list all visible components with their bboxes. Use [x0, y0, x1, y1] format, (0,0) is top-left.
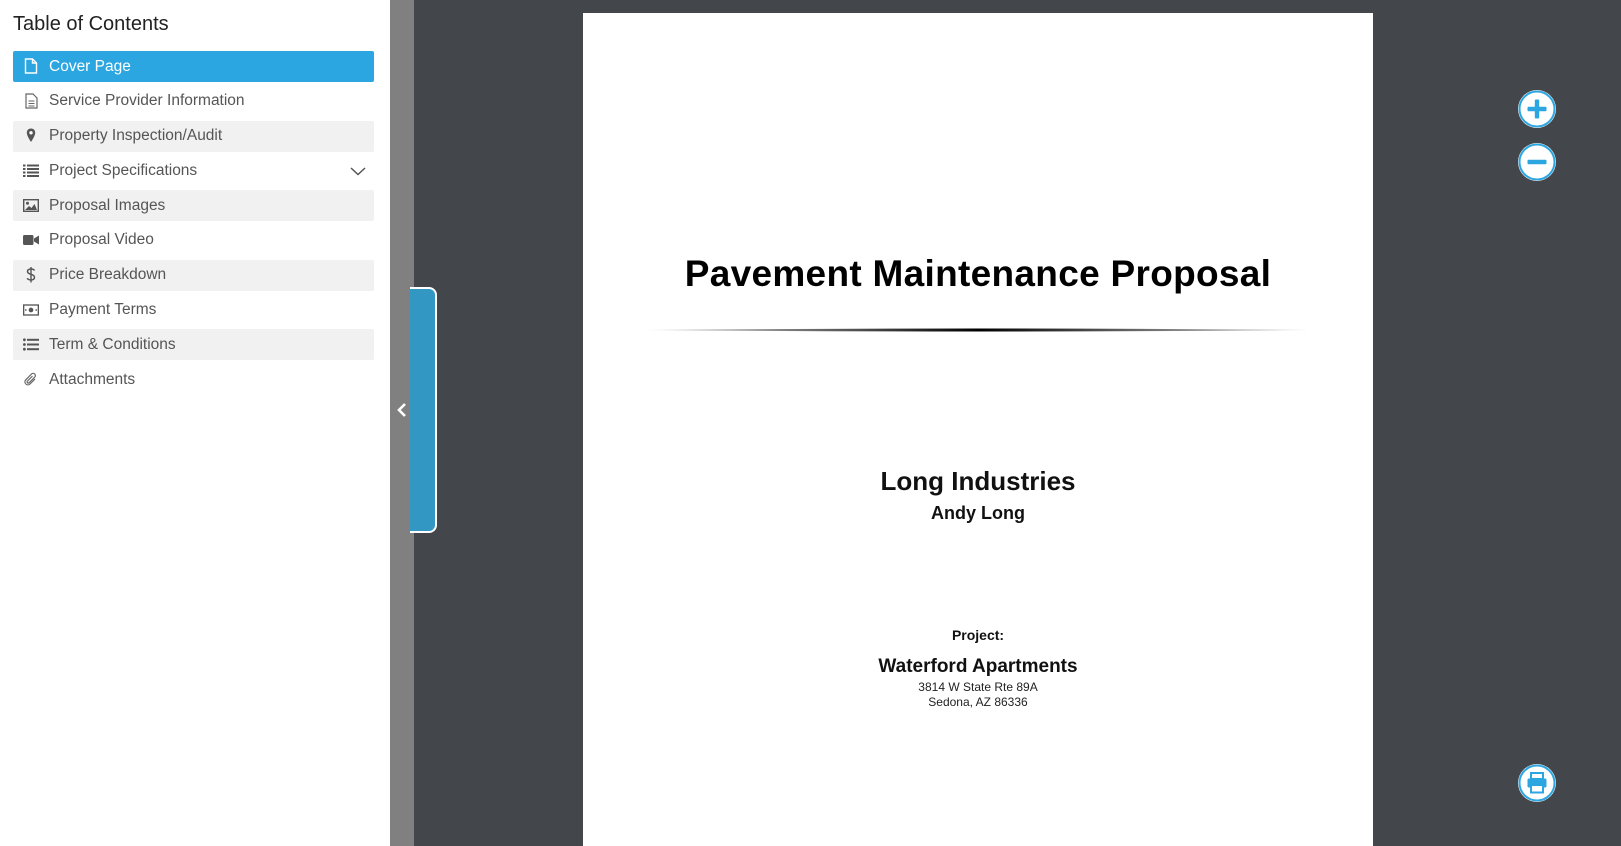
zoom-out-button[interactable]	[1518, 143, 1556, 181]
toc-item-property-inspection-audit[interactable]: Property Inspection/Audit	[13, 120, 374, 152]
file-text-icon	[23, 93, 39, 109]
toc-item-payment-terms[interactable]: Payment Terms	[13, 295, 374, 326]
money-bill-icon	[23, 302, 39, 318]
project-name: Waterford Apartments	[878, 656, 1078, 677]
toc-item-label: Attachments	[49, 370, 136, 388]
toc-item-label: Payment Terms	[49, 301, 157, 319]
toc-item-price-breakdown[interactable]: Price Breakdown	[13, 259, 374, 291]
toc-item-proposal-images[interactable]: Proposal Images	[13, 190, 374, 222]
map-pin-icon	[23, 128, 39, 144]
chevron-down-icon[interactable]	[350, 163, 366, 179]
toc-item-proposal-video[interactable]: Proposal Video	[13, 225, 374, 256]
address-line-2: Sedona, AZ 86336	[928, 695, 1028, 709]
chevron-left-icon[interactable]	[396, 402, 408, 418]
toc-item-label: Project Specifications	[49, 161, 198, 179]
document-page: Pavement Maintenance Proposal Long Indus…	[583, 13, 1373, 846]
zoom-in-button[interactable]	[1518, 90, 1556, 128]
title-divider	[646, 328, 1310, 332]
image-icon	[23, 197, 39, 213]
toc-item-service-provider-information[interactable]: Service Provider Information	[13, 86, 374, 117]
toc-item-label: Proposal Video	[49, 231, 154, 249]
toc-item-label: Term & Conditions	[49, 335, 176, 353]
toc-title: Table of Contents	[13, 13, 169, 35]
document-title: Pavement Maintenance Proposal	[684, 253, 1272, 294]
list-icon	[23, 162, 39, 178]
paperclip-icon	[23, 371, 39, 387]
toc-item-project-specifications[interactable]: Project Specifications	[13, 155, 374, 186]
company-name: Long Industries	[880, 466, 1076, 496]
table-of-contents-sidebar: Table of Contents Cover Page Service Pro…	[0, 0, 390, 846]
project-label: Project:	[951, 627, 1005, 643]
list-ul-icon	[23, 336, 39, 352]
toc-item-term-conditions[interactable]: Term & Conditions	[13, 329, 374, 361]
toc-item-label: Property Inspection/Audit	[49, 127, 223, 145]
toc-item-label: Proposal Images	[49, 196, 166, 214]
toc-item-attachments[interactable]: Attachments	[13, 364, 374, 395]
toc-item-label: Price Breakdown	[49, 266, 167, 284]
toc-item-label: Service Provider Information	[49, 92, 245, 110]
print-button[interactable]	[1518, 764, 1556, 802]
collapse-sidebar-tab[interactable]	[410, 287, 437, 533]
toc-list: Cover Page Service Provider Information …	[13, 51, 374, 399]
document-icon	[23, 58, 39, 74]
video-icon	[23, 232, 39, 248]
contact-name: Andy Long	[931, 503, 1025, 523]
toc-item-label: Cover Page	[49, 57, 131, 75]
toc-item-cover-page[interactable]: Cover Page	[13, 51, 374, 82]
print-icon	[1518, 764, 1556, 802]
minus-circle-icon	[1518, 143, 1556, 181]
plus-circle-icon	[1518, 90, 1556, 128]
address-line-1: 3814 W State Rte 89A	[918, 680, 1038, 694]
dollar-icon	[23, 266, 39, 283]
